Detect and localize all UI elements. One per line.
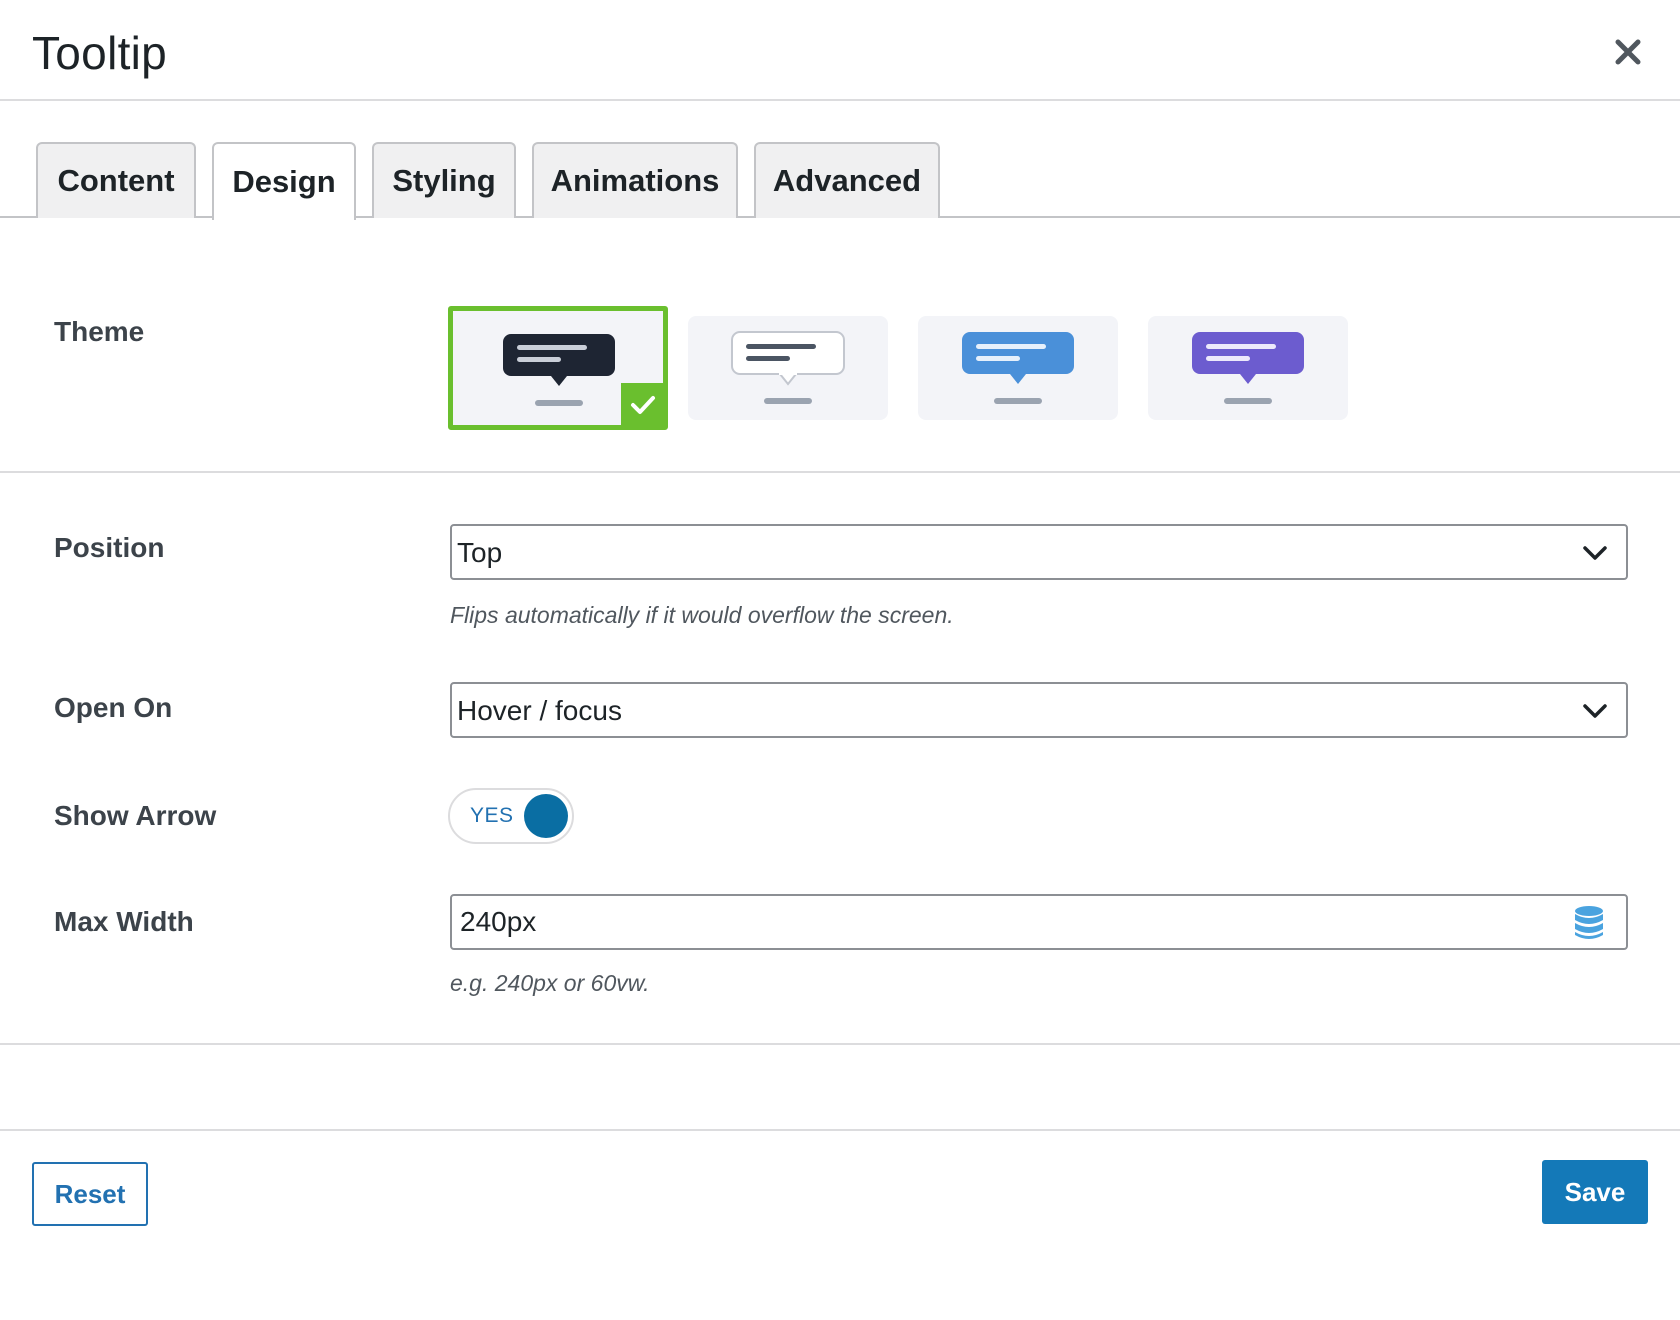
theme-label: Theme: [54, 316, 145, 347]
position-hint: Flips automatically if it would overflow…: [450, 602, 954, 628]
open-on-value: Hover / focus: [457, 695, 622, 726]
open-on-label: Open On: [54, 692, 173, 723]
blue-tooltip-icon: [962, 332, 1074, 404]
tab-animations[interactable]: Animations: [532, 142, 738, 218]
section-divider: [0, 1043, 1680, 1045]
tab-design[interactable]: Design: [212, 142, 356, 220]
show-arrow-label: Show Arrow: [54, 800, 217, 831]
max-width-input[interactable]: [460, 904, 1540, 940]
position-value: Top: [457, 537, 503, 568]
max-width-hint: e.g. 240px or 60vw.: [450, 970, 650, 996]
database-icon[interactable]: [1572, 905, 1606, 941]
theme-option-purple[interactable]: [1148, 316, 1348, 420]
position-select[interactable]: Top: [450, 524, 1628, 580]
purple-tooltip-icon: [1192, 332, 1304, 404]
close-icon[interactable]: [1608, 32, 1648, 72]
footer-divider: [0, 1129, 1680, 1131]
tab-styling[interactable]: Styling: [372, 142, 516, 218]
dialog-header: Tooltip: [0, 0, 1680, 101]
selected-check-icon: [621, 383, 665, 427]
max-width-field: [450, 894, 1628, 950]
position-label: Position: [54, 532, 165, 563]
theme-option-dark[interactable]: [448, 306, 668, 430]
show-arrow-toggle[interactable]: YES: [448, 788, 574, 844]
open-on-select[interactable]: Hover / focus: [450, 682, 1628, 738]
dialog-title: Tooltip: [32, 27, 168, 79]
tab-advanced[interactable]: Advanced: [754, 142, 940, 218]
reset-button[interactable]: Reset: [32, 1162, 148, 1226]
chevron-down-icon: [1583, 546, 1607, 560]
save-button[interactable]: Save: [1542, 1160, 1648, 1224]
theme-option-light[interactable]: [688, 316, 888, 420]
light-tooltip-icon: [731, 331, 845, 404]
tab-bar: Content Design Styling Animations Advanc…: [0, 101, 1680, 220]
theme-option-blue[interactable]: [918, 316, 1118, 420]
toggle-state-text: YES: [470, 804, 514, 827]
tab-content[interactable]: Content: [36, 142, 196, 218]
toggle-knob: [524, 794, 568, 838]
max-width-label: Max Width: [54, 906, 194, 937]
chevron-down-icon: [1583, 704, 1607, 718]
section-divider: [0, 471, 1680, 473]
